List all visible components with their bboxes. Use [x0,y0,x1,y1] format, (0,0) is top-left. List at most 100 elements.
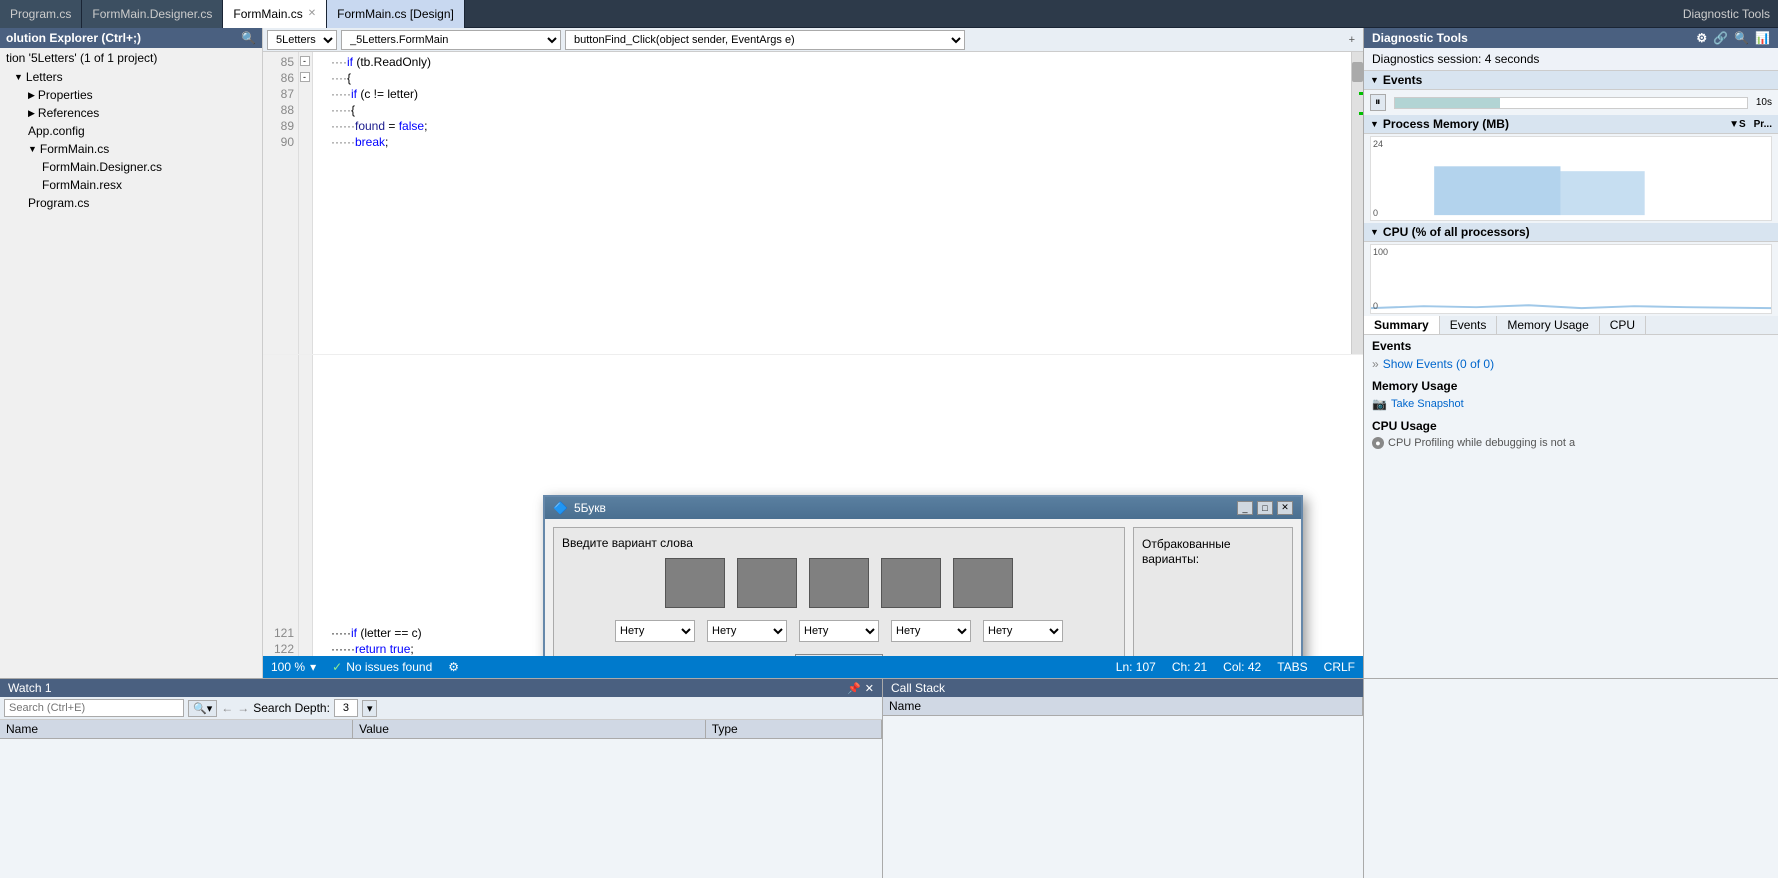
callstack-panel: Call Stack Name [883,679,1363,878]
tab-events[interactable]: Events [1440,316,1498,334]
add-tab-icon[interactable]: + [1345,34,1359,46]
sidebar-item-properties[interactable]: ▶ Properties [0,86,262,104]
memory-min-label: 0 [1373,208,1378,218]
dialog-close-btn[interactable]: ✕ [1277,501,1293,515]
sidebar-item-formmain-resx[interactable]: FormMain.resx [0,176,262,194]
filter-button[interactable]: Отсеять [795,654,883,657]
memory-chart: 24 0 [1370,136,1772,221]
memory-options-icon[interactable]: Pr... [1754,119,1772,130]
zoom-level: 100 % ▾ [271,660,316,674]
diag-chart-icon[interactable]: 📊 [1755,31,1770,45]
method-dropdown[interactable]: buttonFind_Click(object sender, EventArg… [565,30,965,50]
watch-pin-icon[interactable]: 📌 [847,682,861,695]
watch-search-button[interactable]: 🔍▾ [188,700,217,717]
code-top: ····if (tb.ReadOnly) ····{ ·····if (c !=… [327,52,1351,354]
class-dropdown[interactable]: _5Letters.FormMain [341,30,561,50]
sidebar-item-formmain[interactable]: ▼ FormMain.cs [0,140,262,158]
dialog-body: Введите вариант слова [545,519,1301,657]
letter-select-3[interactable]: Нету [799,620,879,642]
memory-filter-icon[interactable]: ▼S [1729,119,1746,130]
fold-column-bottom [299,355,313,657]
depth-dropdown-btn[interactable]: ▾ [362,700,378,717]
diag-settings-icon[interactable]: ⚙ [1696,31,1707,45]
col-name: Name [0,720,353,739]
letter-select-4[interactable]: Нету [891,620,971,642]
sidebar-item-formmain-designer[interactable]: FormMain.Designer.cs [0,158,262,176]
sidebar-item-references[interactable]: ▶ References [0,104,262,122]
line-indicator: Ln: 107 [1116,660,1156,674]
letter-select-5[interactable]: Нету [983,620,1063,642]
namespace-dropdown[interactable]: 5Letters [267,30,337,50]
sidebar-item-program[interactable]: Program.cs [0,194,262,212]
memory-chart-svg [1371,137,1771,220]
tab-program-cs[interactable]: Program.cs [0,0,82,28]
tab-formmain-design[interactable]: FormMain.cs [Design] [327,0,465,28]
pause-btn[interactable]: ⏸ [1370,94,1386,111]
show-events-link[interactable]: Show Events (0 of 0) [1383,357,1494,371]
code-editor: 5Letters _5Letters.FormMain buttonFind_C… [263,28,1363,678]
sidebar-item-appconfig[interactable]: App.config [0,122,262,140]
watch-panel-controls: 📌 ✕ [847,682,874,695]
cpu-min-label: 0 [1373,301,1378,311]
letter-box-3[interactable] [809,558,869,608]
tab-cpu[interactable]: CPU [1600,316,1646,334]
take-snapshot-link[interactable]: Take Snapshot [1391,398,1464,410]
dialog-titlebar: 🔷 5Букв _ □ ✕ [545,497,1301,519]
letter-box-4[interactable] [881,558,941,608]
fold-icon-87[interactable]: - [300,72,310,82]
cpu-usage-label: CPU Usage [1372,419,1770,433]
tab-formmain-designer[interactable]: FormMain.Designer.cs [82,0,223,28]
dialog-left-panel: Введите вариант слова [553,527,1125,657]
diag-header: Diagnostic Tools ⚙ 🔗 🔍 📊 [1364,28,1778,48]
indicator-column-top [313,52,327,354]
fold-icon-85[interactable]: - [300,56,310,66]
show-events-row: » Show Events (0 of 0) [1372,357,1770,371]
dialog-minimize-btn[interactable]: _ [1237,501,1253,515]
bottom-area: Watch 1 📌 ✕ 🔍▾ ← → Search Depth: ▾ [0,678,1778,878]
project-label: tion '5Letters' (1 of 1 project) [0,48,262,68]
watch-table: Name Value Type [0,720,882,878]
bottom-diag-spacer [1363,679,1778,878]
diag-link-icon[interactable]: 🔗 [1713,31,1728,45]
watch-close-icon[interactable]: ✕ [865,682,874,695]
search-depth-input[interactable] [334,699,358,717]
events-label: Events [1372,339,1770,353]
letter-select-2[interactable]: Нету [707,620,787,642]
letter-box-2[interactable] [737,558,797,608]
search-icon[interactable]: 🔍 [241,31,256,45]
diag-session-info: Diagnostics session: 4 seconds [1364,48,1778,71]
diag-search-icon[interactable]: 🔍 [1734,31,1749,45]
dropdowns-row: Нету Нету Нету Нету [562,620,1116,642]
sidebar-item-root[interactable]: ▼ Letters [0,68,262,86]
watch-panel-header: Watch 1 📌 ✕ [0,679,882,697]
search-depth-label: Search Depth: [253,701,330,715]
status-bar: 100 % ▾ ✓ No issues found ⚙ Ln: 107 Ch: … [263,656,1363,678]
watch-search-input[interactable] [4,699,184,717]
dialog-maximize-btn[interactable]: □ [1257,501,1273,515]
tab-close-icon[interactable]: ✕ [308,8,316,19]
events-controls: ⏸ 10s [1364,90,1778,115]
cpu-chart: 100 0 [1370,244,1772,314]
events-detail: Events » Show Events (0 of 0) [1364,335,1778,375]
letter-box-5[interactable] [953,558,1013,608]
watch-back-icon[interactable]: ← [221,701,233,715]
scrollbar-top[interactable] [1351,52,1363,354]
letter-box-1[interactable] [665,558,725,608]
memory-max-label: 24 [1373,139,1383,149]
watch-toolbar: 🔍▾ ← → Search Depth: ▾ [0,697,882,720]
tab-memory-usage[interactable]: Memory Usage [1497,316,1599,334]
zoom-dropdown[interactable]: ▾ [310,660,316,674]
rejected-title: Отбракованные варианты: [1142,536,1284,566]
watch-forward-icon[interactable]: → [237,701,249,715]
settings-icon[interactable]: ⚙ [448,660,459,674]
events-section-header[interactable]: ▼ Events [1364,71,1778,90]
diag-bottom-tabs: Summary Events Memory Usage CPU [1364,316,1778,335]
letter-select-1[interactable]: Нету [615,620,695,642]
letter-boxes [562,558,1116,608]
cpu-section-header[interactable]: ▼ CPU (% of all processors) [1364,223,1778,242]
line-numbers-bottom: 121 122 123 124 [263,355,299,657]
tab-summary[interactable]: Summary [1364,316,1440,334]
tab-formmain-cs[interactable]: FormMain.cs ✕ [223,0,327,28]
line-numbers-top: 85 86 87 88 89 90 [263,52,299,354]
memory-section-header[interactable]: ▼ Process Memory (MB) ▼S Pr... [1364,115,1778,134]
